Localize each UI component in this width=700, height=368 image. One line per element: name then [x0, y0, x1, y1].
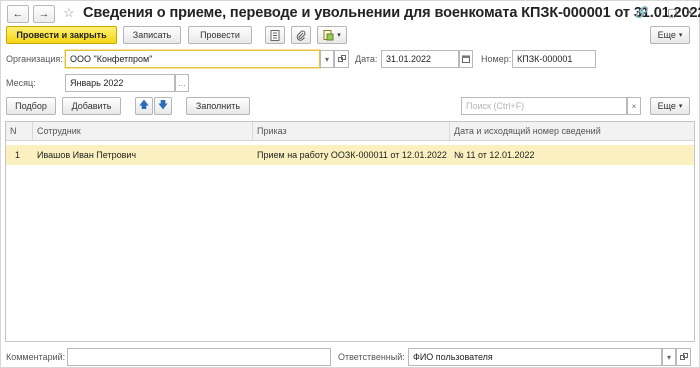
arrow-right-icon: → — [38, 8, 50, 20]
link-icon[interactable]: 🔗 — [635, 6, 649, 19]
post-and-close-button[interactable]: Провести и закрыть — [6, 26, 117, 44]
clear-icon: × — [631, 101, 637, 111]
create-document-icon — [323, 29, 334, 40]
comment-label: Комментарий: — [6, 352, 66, 362]
date-field[interactable]: 31.01.2022 — [381, 50, 459, 68]
document-window: ← → ☆ Сведения о приеме, переводе и увол… — [0, 0, 700, 368]
close-icon[interactable]: ✕ — [685, 6, 694, 19]
column-header-employee[interactable]: Сотрудник — [33, 122, 253, 141]
organization-dropdown[interactable]: ▾ — [320, 50, 334, 68]
chevron-down-icon: ▾ — [678, 103, 683, 110]
back-button[interactable]: ← — [7, 5, 29, 23]
cell-order: Прием на работу ООЗК-000011 от 12.01.202… — [257, 150, 447, 160]
favorite-star-icon[interactable]: ☆ — [63, 5, 75, 21]
organization-field[interactable]: ООО "Конфетпром" — [65, 50, 320, 68]
calendar-icon — [462, 55, 470, 63]
more-label: Еще — [657, 30, 676, 40]
more-actions-icon[interactable]: ⋮ — [654, 6, 665, 19]
column-header-date-number[interactable]: Дата и исходящий номер сведений — [450, 122, 694, 141]
month-picker-button[interactable]: … — [175, 74, 189, 92]
restore-window-icon[interactable]: ▢ — [667, 6, 677, 19]
arrow-left-icon: ← — [12, 8, 24, 20]
table-more-button[interactable]: Еще ▾ — [650, 97, 690, 115]
column-header-number[interactable]: N — [6, 122, 33, 141]
select-button[interactable]: Подбор — [6, 97, 56, 115]
column-header-order[interactable]: Приказ — [253, 122, 450, 141]
table-header: N Сотрудник Приказ Дата и исходящий номе… — [6, 122, 694, 141]
attach-button[interactable] — [291, 26, 311, 44]
search-placeholder: Поиск (Ctrl+F) — [466, 101, 525, 111]
table-row[interactable]: 1 Ивашов Иван Петрович Прием на работу О… — [6, 145, 694, 165]
list-icon — [270, 29, 280, 41]
month-field[interactable]: Январь 2022 — [65, 74, 175, 92]
open-link-icon — [337, 55, 346, 62]
chevron-down-icon: ▾ — [678, 32, 683, 39]
move-down-button[interactable]: 🡇 — [154, 97, 172, 115]
cell-date-number: № 11 от 12.01.2022 — [454, 150, 535, 160]
search-clear-button[interactable]: × — [627, 97, 641, 115]
paperclip-icon — [296, 30, 306, 41]
create-based-on-button[interactable]: ▾ — [317, 26, 347, 44]
forward-button[interactable]: → — [33, 5, 55, 23]
search-input[interactable]: Поиск (Ctrl+F) — [461, 97, 627, 115]
employees-table: N Сотрудник Приказ Дата и исходящий номе… — [5, 121, 695, 342]
responsible-open-button[interactable] — [676, 348, 691, 366]
number-field[interactable]: КПЗК-000001 — [512, 50, 596, 68]
chevron-down-icon: ▾ — [324, 54, 329, 64]
arrow-up-icon: 🡅 — [138, 99, 150, 111]
organization-label: Организация: — [6, 54, 63, 64]
chevron-down-icon: ▾ — [666, 352, 671, 362]
fill-button[interactable]: Заполнить — [186, 97, 250, 115]
chevron-down-icon: ▾ — [337, 32, 341, 39]
date-label: Дата: — [355, 54, 378, 64]
responsible-dropdown[interactable]: ▾ — [662, 348, 676, 366]
page-title: Сведения о приеме, переводе и увольнении… — [83, 5, 700, 21]
number-label: Номер: — [481, 54, 512, 64]
cell-employee: Ивашов Иван Петрович — [37, 150, 137, 160]
save-button[interactable]: Записать — [123, 26, 181, 44]
comment-field[interactable] — [67, 348, 331, 366]
add-button[interactable]: Добавить — [62, 97, 121, 115]
ellipsis-icon: … — [178, 78, 186, 88]
document-list-button[interactable] — [265, 26, 285, 44]
arrow-down-icon: 🡇 — [157, 99, 169, 111]
more-button[interactable]: Еще ▾ — [650, 26, 690, 44]
organization-open-button[interactable] — [334, 50, 349, 68]
table-more-label: Еще — [657, 101, 676, 111]
month-label: Месяц: — [6, 78, 36, 88]
move-up-button[interactable]: 🡅 — [135, 97, 153, 115]
responsible-label: Ответственный: — [338, 352, 405, 362]
responsible-field[interactable]: ФИО пользователя — [408, 348, 662, 366]
date-picker-button[interactable] — [459, 50, 473, 68]
cell-number: 1 — [14, 150, 20, 160]
open-link-icon — [679, 353, 688, 360]
post-button[interactable]: Провести — [188, 26, 252, 44]
